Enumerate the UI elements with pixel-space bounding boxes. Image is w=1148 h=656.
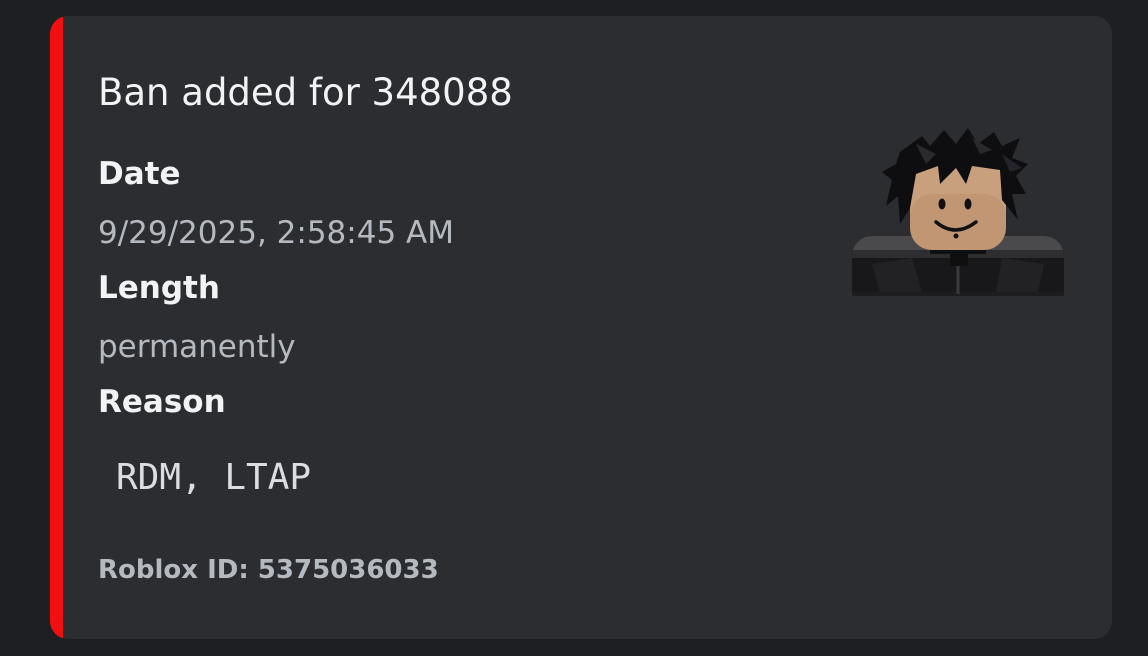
field-name-reason: Reason — [98, 384, 226, 420]
avatar-thumbnail-icon[interactable] — [852, 124, 1064, 314]
field-value-date: 9/29/2025, 2:58:45 AM — [98, 215, 454, 251]
embed-footer: Roblox ID: 5375036033 — [98, 555, 439, 585]
field-name-length: Length — [98, 270, 220, 306]
embed-title: Ban added for 348088 — [98, 71, 513, 114]
field-value-length: permanently — [98, 329, 296, 365]
embed-accent-bar — [50, 16, 63, 639]
ban-embed-card: Ban added for 348088 Date 9/29/2025, 2:5… — [50, 16, 1112, 639]
field-name-date: Date — [98, 156, 181, 192]
field-value-reason: RDM, LTAP — [116, 457, 312, 498]
